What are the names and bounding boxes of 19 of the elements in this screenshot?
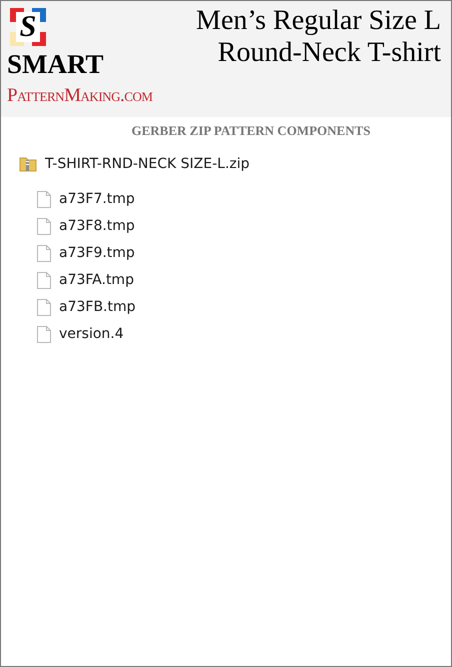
- file-icon: [37, 190, 51, 208]
- section-heading: GERBER ZIP PATTERN COMPONENTS: [132, 122, 370, 140]
- file-icon: [37, 244, 51, 262]
- file-icon: [37, 326, 51, 342]
- zipped-folder-icon: [19, 156, 37, 172]
- file-icon: [37, 272, 51, 288]
- file-name[interactable]: T-SHIRT-RND-NECK SIZE-L.zip: [45, 154, 250, 174]
- file-icon: [37, 218, 51, 234]
- page-title: Men’s Regular Size L: [196, 5, 441, 37]
- file-name[interactable]: version.4: [59, 324, 124, 344]
- file-name[interactable]: a73F7.tmp: [59, 188, 135, 210]
- page-title: Round-Neck T-shirt: [218, 37, 441, 69]
- file-icon: [37, 298, 51, 316]
- file-name[interactable]: a73F9.tmp: [59, 242, 135, 264]
- file-name[interactable]: a73FB.tmp: [59, 296, 136, 318]
- logo-site: PatternMaking.com: [7, 86, 152, 105]
- file-name[interactable]: a73F8.tmp: [59, 216, 135, 236]
- logo-name: SMART: [7, 51, 105, 78]
- file-name[interactable]: a73FA.tmp: [59, 270, 134, 290]
